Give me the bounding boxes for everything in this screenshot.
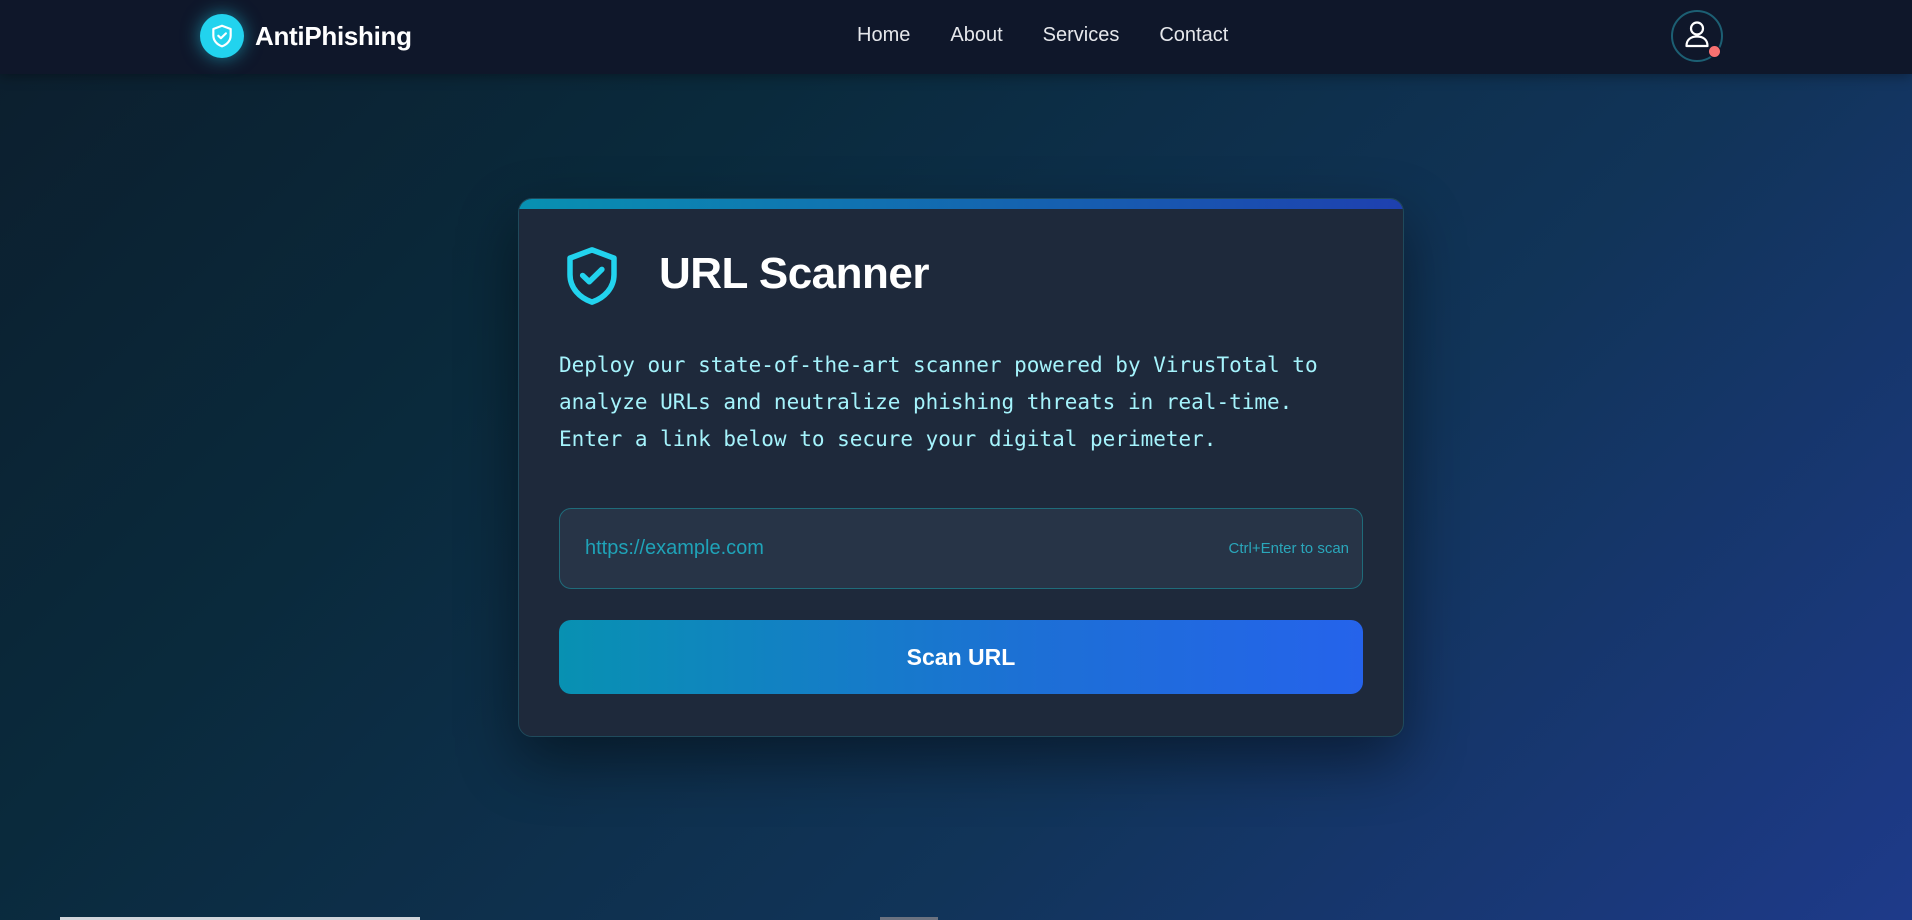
nav-link-home[interactable]: Home (857, 24, 910, 47)
brand[interactable]: AntiPhishing (200, 14, 412, 58)
page-title: URL Scanner (659, 249, 930, 298)
brand-name: AntiPhishing (255, 20, 412, 51)
nav-link-services[interactable]: Services (1043, 24, 1120, 47)
notification-status-dot (1708, 45, 1721, 58)
nav-link-contact[interactable]: Contact (1159, 24, 1228, 47)
url-input-wrapper: Ctrl+Enter to scan (559, 508, 1363, 589)
shield-check-icon (559, 243, 625, 309)
user-avatar-button[interactable] (1671, 10, 1723, 62)
shield-check-icon (200, 14, 244, 58)
scanner-description: Deploy our state-of-the-art scanner powe… (559, 353, 1318, 451)
top-navbar: AntiPhishing Home About Services Contact (0, 0, 1912, 74)
main-nav: Home About Services Contact (857, 24, 1228, 47)
shortcut-hint: Ctrl+Enter to scan (1228, 540, 1349, 557)
scan-url-button[interactable]: Scan URL (559, 620, 1363, 694)
url-input[interactable] (560, 509, 1220, 588)
card-accent-bar (519, 199, 1403, 209)
url-scanner-card: URL Scanner Deploy our state-of-the-art … (518, 198, 1404, 737)
nav-link-about[interactable]: About (950, 24, 1002, 47)
